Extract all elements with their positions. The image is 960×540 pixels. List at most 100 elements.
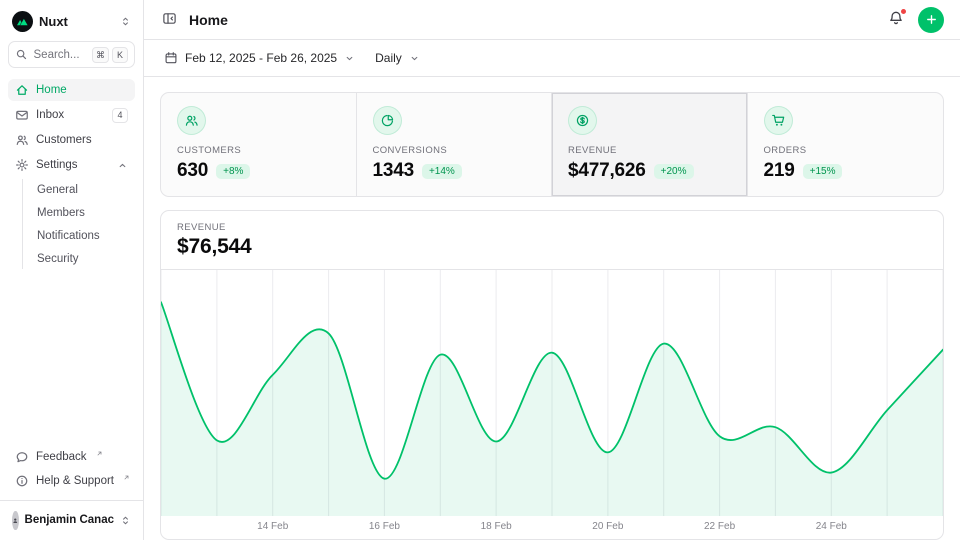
gear-icon (15, 158, 29, 172)
home-icon (15, 83, 29, 97)
revenue-area-chart[interactable]: 14 Feb 16 Feb 18 Feb 20 Feb 22 Feb 24 Feb (161, 270, 943, 539)
chart-value: $76,544 (177, 235, 927, 259)
notifications-button[interactable] (886, 8, 906, 31)
arrow-up-right-icon (123, 474, 130, 481)
chevron-down-icon (409, 53, 420, 64)
chevron-down-icon (344, 53, 355, 64)
stat-delta-badge: +20% (654, 164, 694, 179)
stats-row: CUSTOMERS 630 +8% CONVERSIONS 1343 +14% REVENU… (160, 92, 944, 197)
sidebar-item-customers[interactable]: Customers (8, 129, 135, 151)
search-shortcut: ⌘ K (92, 47, 128, 63)
stat-delta-badge: +15% (803, 164, 843, 179)
sidebar: Nuxt Search... ⌘ K Home Inbox 4 Customers Se… (0, 0, 144, 540)
main-area: Home Feb 12, 2025 - Feb 26, 2025 Daily (144, 0, 960, 540)
users-icon (177, 106, 206, 135)
sidebar-spacer (0, 276, 143, 446)
sidebar-link-label: Help & Support (36, 475, 114, 487)
sidebar-item-label: Home (36, 84, 67, 96)
x-tick-label: 16 Feb (369, 521, 400, 532)
stat-card-orders[interactable]: ORDERS 219 +15% (748, 93, 944, 196)
sidebar-link-feedback[interactable]: Feedback (8, 446, 135, 468)
dashboard-content: CUSTOMERS 630 +8% CONVERSIONS 1343 +14% REVENU… (144, 77, 960, 540)
search-input[interactable]: Search... ⌘ K (8, 41, 135, 68)
filters-toolbar: Feb 12, 2025 - Feb 26, 2025 Daily (144, 40, 960, 77)
chart-pie-icon (373, 106, 402, 135)
chart-canvas[interactable] (161, 270, 943, 516)
stat-delta-badge: +8% (216, 164, 250, 179)
settings-submenu: GeneralMembersNotificationsSecurity (22, 179, 135, 269)
chevrons-up-down-icon (120, 515, 131, 526)
stat-value: 1343 (373, 160, 414, 182)
stat-label: ORDERS (764, 145, 807, 156)
stat-value: $477,626 (568, 160, 646, 182)
sidebar-subitem-security[interactable]: Security (23, 248, 135, 269)
revenue-chart-card: REVENUE $76,544 14 Feb 16 Feb 18 Feb 20 Feb… (160, 210, 944, 540)
sidebar-link-help-support[interactable]: Help & Support (8, 470, 135, 492)
message-icon (15, 450, 29, 464)
collapse-sidebar-button[interactable] (160, 9, 179, 31)
sidebar-item-label: Settings (36, 159, 78, 171)
header-left: Home (160, 9, 228, 31)
period-select[interactable]: Daily (369, 47, 426, 69)
stat-card-revenue[interactable]: REVENUE $477,626 +20% (552, 93, 748, 196)
chevrons-up-down-icon (120, 16, 131, 27)
sidebar-item-inbox[interactable]: Inbox 4 (8, 104, 135, 126)
add-button[interactable] (918, 7, 944, 33)
sidebar-subitem-members[interactable]: Members (23, 202, 135, 223)
x-tick-label: 22 Feb (704, 521, 735, 532)
top-header: Home (144, 0, 960, 40)
user-menu[interactable]: Benjamin Canac (8, 508, 135, 532)
x-tick-label: 20 Feb (592, 521, 623, 532)
stat-label: CUSTOMERS (177, 145, 241, 156)
arrow-up-right-icon (96, 450, 103, 457)
nuxt-logo-icon (12, 11, 33, 32)
kbd-cmd: ⌘ (92, 47, 109, 63)
stat-delta-badge: +14% (422, 164, 462, 179)
avatar (12, 511, 19, 530)
date-range-value: Feb 12, 2025 - Feb 26, 2025 (185, 51, 337, 65)
panel-left-icon (162, 11, 177, 29)
sidebar-footer: Feedback Help & Support (0, 446, 143, 492)
chart-x-axis: 14 Feb 16 Feb 18 Feb 20 Feb 22 Feb 24 Feb (161, 516, 943, 539)
kbd-k: K (112, 47, 128, 63)
chart-title: REVENUE (177, 222, 927, 233)
sidebar-item-home[interactable]: Home (8, 79, 135, 101)
sidebar-user-section: Benjamin Canac (0, 500, 143, 532)
search-icon (15, 48, 28, 61)
calendar-icon (164, 51, 178, 65)
sidebar-item-label: Inbox (36, 109, 64, 121)
sidebar-item-settings[interactable]: Settings (8, 154, 135, 176)
chart-header: REVENUE $76,544 (161, 211, 943, 270)
stat-value: 219 (764, 160, 795, 182)
app-window: Nuxt Search... ⌘ K Home Inbox 4 Customers Se… (0, 0, 960, 540)
stat-label: REVENUE (568, 145, 617, 156)
date-range-picker[interactable]: Feb 12, 2025 - Feb 26, 2025 (158, 47, 361, 69)
info-circle-icon (15, 474, 29, 488)
sidebar-subitem-notifications[interactable]: Notifications (23, 225, 135, 246)
period-value: Daily (375, 51, 402, 65)
workspace-name: Nuxt (39, 14, 114, 29)
stat-card-customers[interactable]: CUSTOMERS 630 +8% (161, 93, 357, 196)
inbox-icon (15, 108, 29, 122)
page-title: Home (189, 12, 228, 28)
users-icon (15, 133, 29, 147)
circle-dollar-icon (568, 106, 597, 135)
sidebar-item-label: Customers (36, 134, 92, 146)
sidebar-link-label: Feedback (36, 451, 87, 463)
stat-label: CONVERSIONS (373, 145, 448, 156)
x-tick-label: 18 Feb (481, 521, 512, 532)
stat-value: 630 (177, 160, 208, 182)
search-placeholder: Search... (34, 49, 80, 61)
sidebar-subitem-general[interactable]: General (23, 179, 135, 200)
x-tick-label: 24 Feb (816, 521, 847, 532)
sidebar-header: Nuxt (0, 0, 143, 36)
plus-icon (925, 13, 938, 26)
workspace-switcher[interactable]: Nuxt (8, 8, 135, 34)
header-right (886, 7, 944, 33)
x-tick-label: 14 Feb (257, 521, 288, 532)
inbox-count-badge: 4 (112, 108, 128, 123)
user-name: Benjamin Canac (25, 514, 114, 526)
cart-icon (764, 106, 793, 135)
stat-card-conversions[interactable]: CONVERSIONS 1343 +14% (357, 93, 553, 196)
chevron-up-icon (117, 160, 128, 171)
